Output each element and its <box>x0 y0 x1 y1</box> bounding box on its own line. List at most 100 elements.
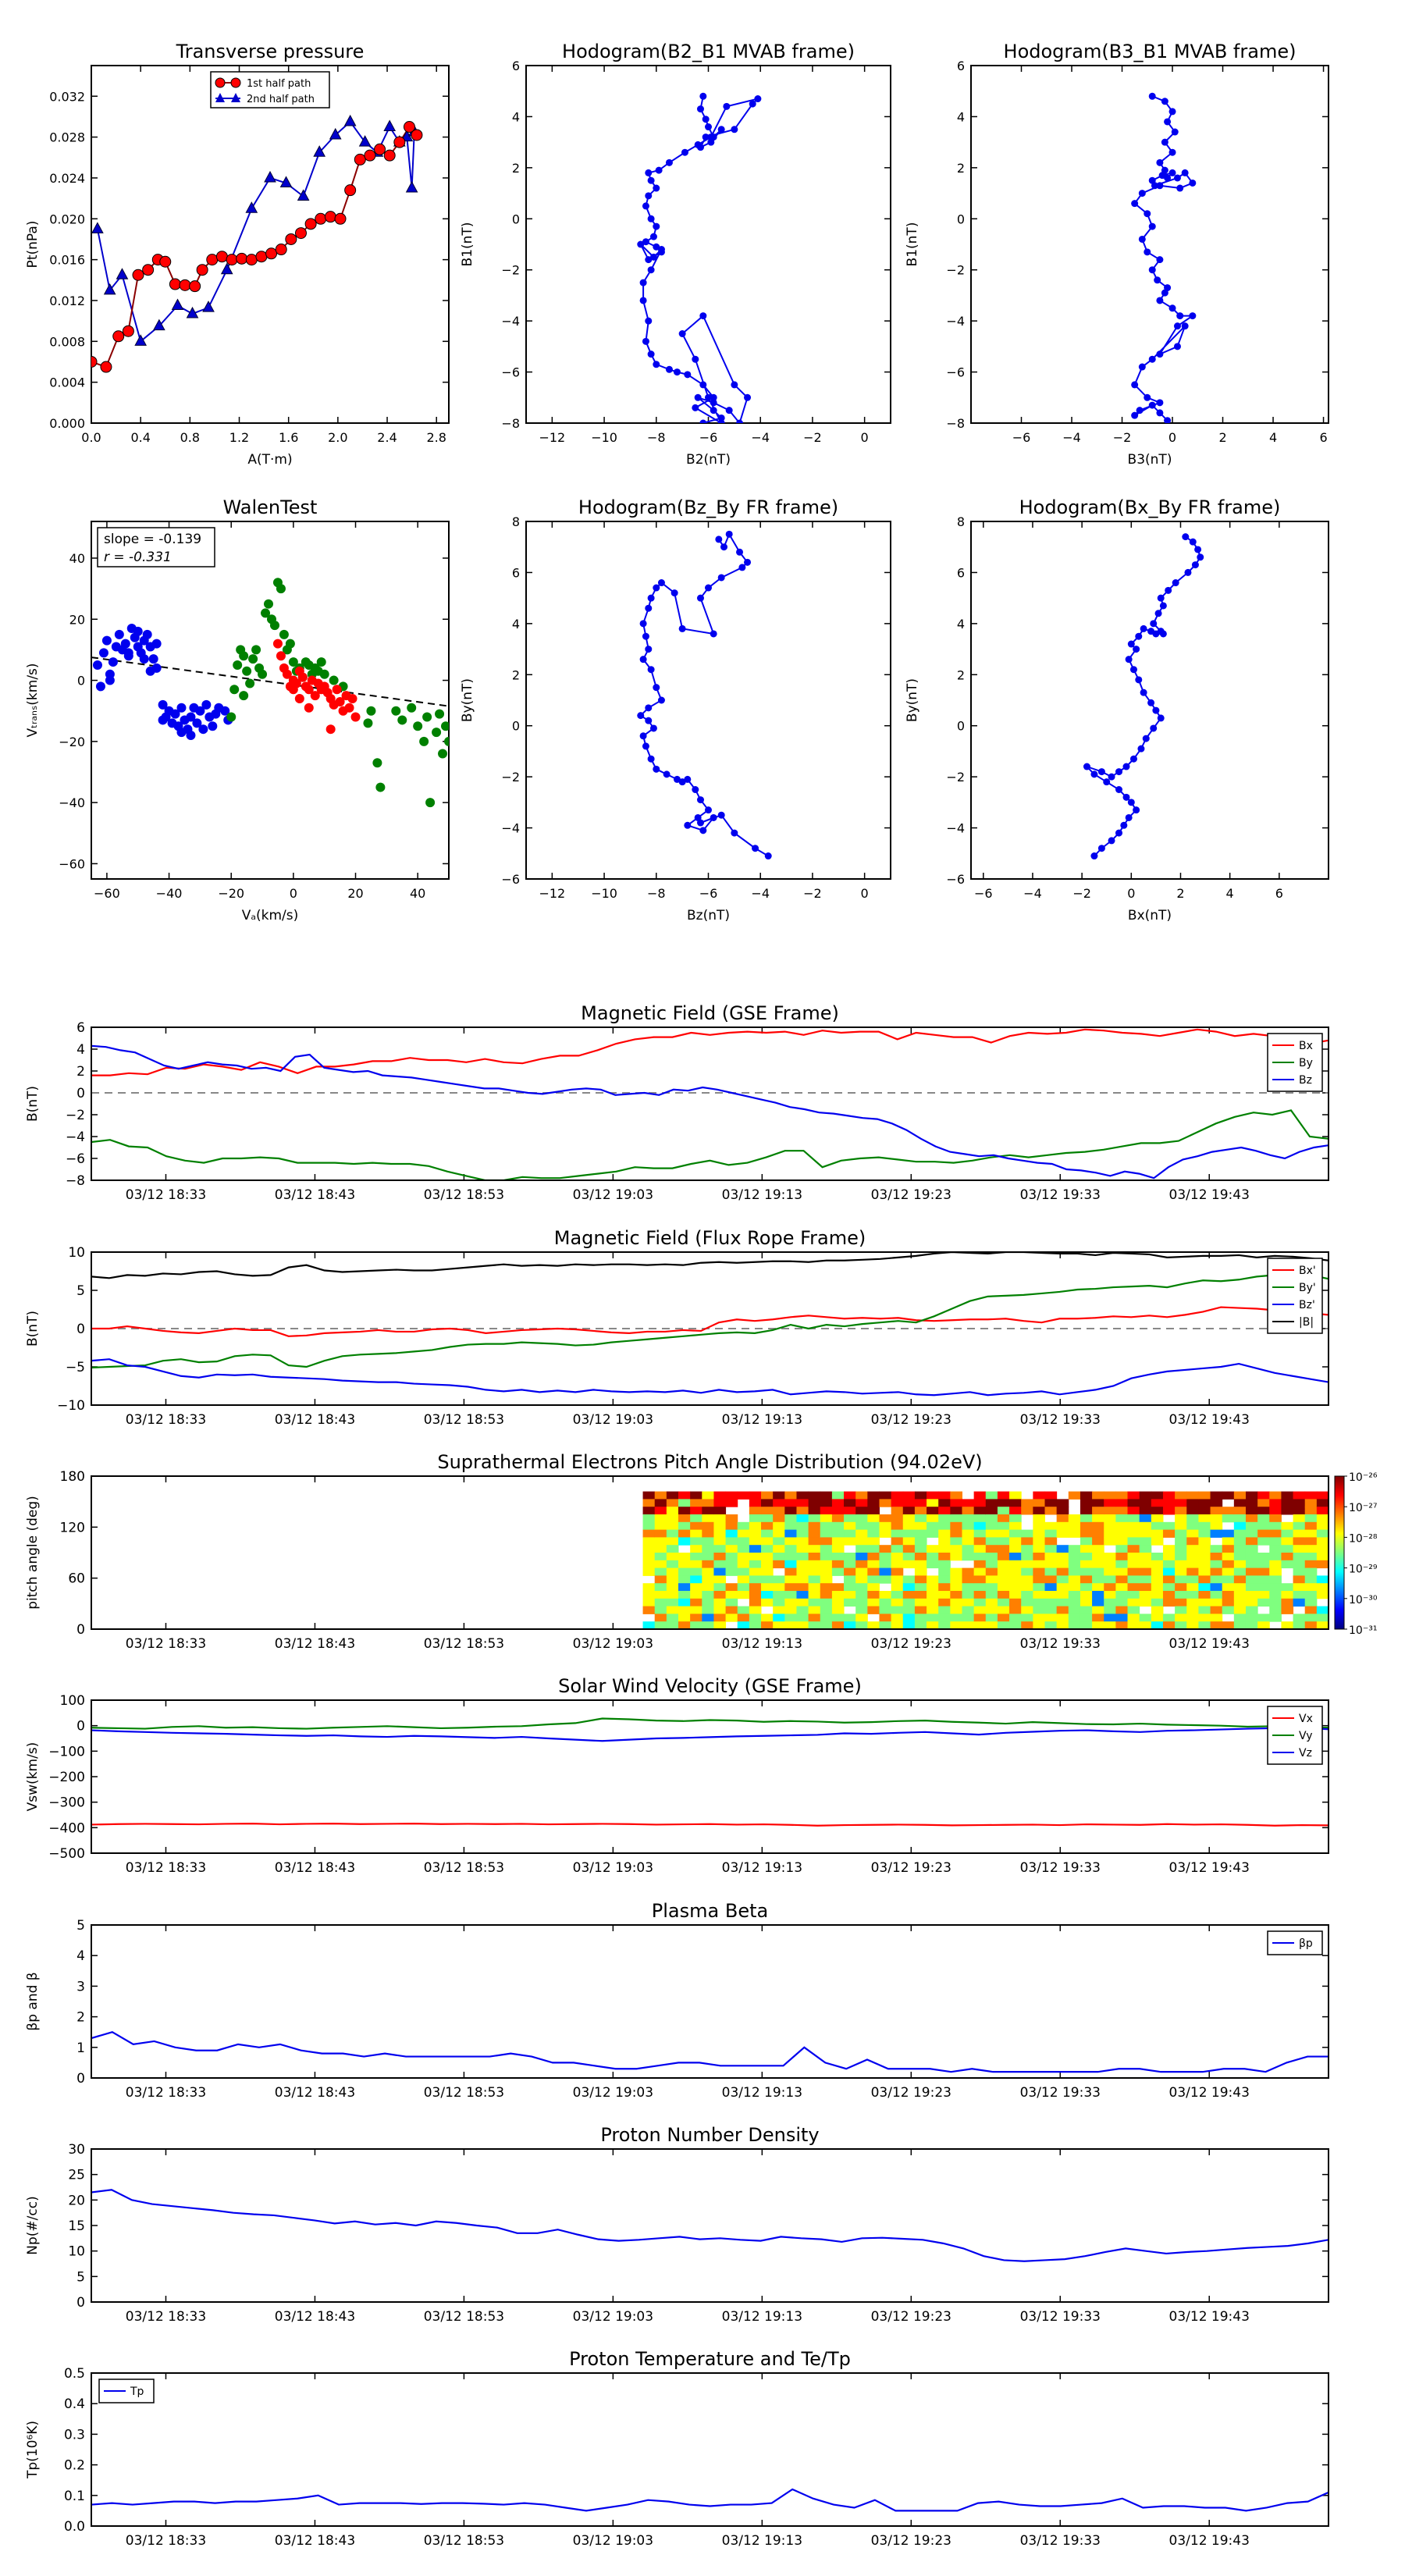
pad-cell <box>891 1514 904 1523</box>
pad-cell <box>690 1560 702 1569</box>
x-tick-label: −2 <box>1113 430 1132 445</box>
data-point-1st-half <box>189 280 201 293</box>
chart-title: Proton Temperature and Te/Tp <box>569 2348 851 2370</box>
pad-cell <box>1269 1598 1282 1607</box>
pad-cell <box>1281 1545 1294 1553</box>
pad-cell <box>831 1598 845 1607</box>
pad-cell <box>1056 1521 1069 1531</box>
pad-cell <box>1021 1614 1033 1622</box>
pad-cell <box>985 1598 998 1607</box>
hodogram-point <box>1125 656 1133 664</box>
pad-cell <box>1139 1621 1152 1629</box>
pad-cell <box>1080 1575 1093 1584</box>
data-point-1st-half <box>383 149 396 162</box>
y-axis-label: Tp(10⁶K) <box>25 2421 41 2479</box>
scatter-point-red <box>272 639 283 649</box>
pad-cell <box>1080 1507 1093 1515</box>
y-tick-label: −8 <box>501 416 520 431</box>
hodogram-point <box>1156 256 1164 264</box>
pad-cell <box>749 1606 762 1614</box>
hodogram-point <box>1140 624 1147 632</box>
pad-cell <box>761 1567 774 1576</box>
pad-cell <box>1293 1521 1306 1531</box>
pad-cell <box>1068 1606 1081 1614</box>
pad-cell <box>1115 1575 1129 1584</box>
data-point-1st-half <box>364 149 376 162</box>
pad-cell <box>749 1491 762 1500</box>
hodogram-point <box>764 852 772 860</box>
scatter-point-green <box>413 721 423 731</box>
hodogram-point <box>692 786 699 793</box>
pad-cell <box>820 1606 833 1614</box>
pad-cell <box>1139 1614 1152 1622</box>
pad-cell <box>666 1491 679 1500</box>
pad-cell <box>844 1621 856 1629</box>
pad-cell <box>1151 1583 1164 1592</box>
pad-cell <box>654 1499 667 1507</box>
pad-cell <box>678 1614 691 1622</box>
hodogram-point <box>1135 676 1143 684</box>
pad-cell <box>1151 1537 1164 1546</box>
pad-cell <box>927 1575 939 1584</box>
pad-cell <box>997 1545 1010 1553</box>
pad-cell <box>1127 1591 1140 1599</box>
pad-cell <box>725 1606 738 1614</box>
pad-cell <box>1233 1575 1247 1584</box>
pad-cell <box>879 1567 892 1576</box>
y-tick-label: 6 <box>76 1020 85 1036</box>
pad-cell <box>1293 1583 1306 1592</box>
y-tick-label: 0 <box>512 212 520 226</box>
pad-cell <box>1257 1598 1270 1607</box>
hodogram-point <box>717 126 725 133</box>
pad-cell <box>1198 1614 1211 1622</box>
y-axis-label: βp and β <box>25 1972 41 2030</box>
hodogram-point <box>715 535 723 543</box>
pad-cell <box>1257 1514 1270 1523</box>
y-tick-label: 0 <box>76 1719 85 1735</box>
pad-cell <box>1127 1537 1140 1546</box>
hodogram-point <box>673 368 681 376</box>
pad-cell <box>1033 1521 1046 1531</box>
hodogram-point <box>653 361 660 368</box>
pad-cell <box>1186 1583 1199 1592</box>
pad-cell <box>1044 1575 1058 1584</box>
pad-cell <box>1104 1614 1116 1622</box>
pad-cell <box>914 1537 927 1546</box>
y-tick-label: 0.000 <box>49 416 85 431</box>
y-tick-label: 0.3 <box>64 2427 85 2443</box>
pad-cell <box>1009 1545 1022 1553</box>
x-tick-label: −2 <box>803 430 822 445</box>
pad-cell <box>820 1491 833 1500</box>
pad-cell <box>784 1529 797 1538</box>
pad-cell <box>1269 1553 1282 1561</box>
pad-cell <box>950 1575 962 1584</box>
y-axis-label: By(nT) <box>460 678 475 722</box>
pad-cell <box>1316 1606 1329 1614</box>
x-tick-label: 03/12 19:23 <box>871 1860 951 1876</box>
pad-cell <box>1104 1598 1116 1607</box>
pad-cell <box>1044 1560 1058 1569</box>
pad-cell <box>713 1567 727 1576</box>
pad-cell <box>973 1560 987 1569</box>
hodogram-point <box>1133 806 1140 814</box>
y-axis-label: Vsw(km/s) <box>25 1742 41 1812</box>
pad-cell <box>725 1567 738 1576</box>
y-tick-label: 0.024 <box>49 171 85 186</box>
pad-cell <box>844 1614 856 1622</box>
pad-cell <box>678 1491 691 1500</box>
scatter-point-green <box>264 599 274 609</box>
pad-cell <box>761 1621 774 1629</box>
x-tick-label: −6 <box>974 886 993 901</box>
pad-cell <box>1198 1499 1211 1507</box>
pad-cell <box>820 1614 833 1622</box>
x-tick-label: 03/12 18:43 <box>275 2533 355 2549</box>
pad-cell <box>985 1567 998 1576</box>
y-tick-label: −6 <box>946 872 965 887</box>
pad-cell <box>666 1514 679 1523</box>
y-tick-label: 6 <box>512 565 520 580</box>
pad-cell <box>1162 1529 1176 1538</box>
pad-cell <box>1175 1606 1187 1614</box>
pad-cell <box>737 1614 750 1622</box>
pad-cell <box>1304 1499 1318 1507</box>
pad-cell <box>902 1575 916 1584</box>
